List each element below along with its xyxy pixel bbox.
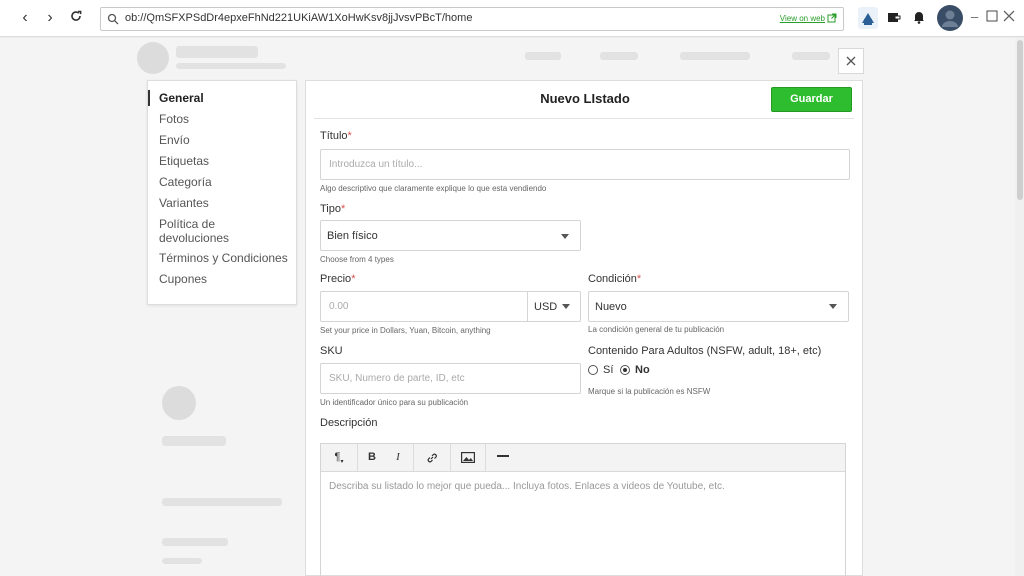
sku-input[interactable]: SKU, Numero de parte, ID, etc (320, 363, 581, 394)
close-icon (846, 56, 856, 66)
horizontal-rule-icon (497, 455, 509, 457)
browser-toolbar: ‹ › ob://QmSFXPSdDr4epxeFhNd221UKiAW1XoH… (0, 0, 1024, 37)
toolbar-separator (413, 444, 414, 471)
new-listing-panel: Nuevo LIstado Guardar Título* Introduzca… (305, 80, 863, 576)
minimize-icon[interactable]: – (971, 9, 978, 24)
background-tab (792, 52, 830, 60)
sidebar-item-shipping[interactable]: Envío (159, 133, 190, 147)
title-input[interactable]: Introduzca un título... (320, 149, 850, 180)
title-placeholder: Introduzca un título... (329, 159, 423, 170)
sku-label: SKU (320, 345, 343, 357)
adult-yes-radio[interactable] (588, 365, 598, 375)
background-avatar (137, 42, 169, 74)
title-label: Título* (320, 130, 352, 142)
condition-select[interactable]: Nuevo (588, 291, 849, 322)
external-link-icon (827, 13, 837, 23)
background-title (176, 46, 258, 58)
address-bar[interactable]: ob://QmSFXPSdDr4epxeFhNd221UKiAW1XoHwKsv… (100, 7, 844, 31)
close-modal-button[interactable] (838, 48, 864, 74)
description-editor[interactable]: ¶▾ B I Describa su listado lo mejor que … (320, 443, 846, 576)
price-input[interactable]: 0.00 USD (320, 291, 581, 322)
image-icon (461, 452, 476, 464)
background-text (162, 538, 228, 546)
sidebar-item-return-policy[interactable]: Política de devoluciones (159, 217, 279, 245)
paragraph-format-button[interactable]: ¶▾ (321, 444, 357, 471)
maximize-icon[interactable] (986, 10, 998, 25)
chevron-down-icon (829, 304, 837, 309)
horizontal-rule-button[interactable] (487, 444, 519, 471)
avatar[interactable] (937, 5, 963, 36)
header-divider (314, 118, 854, 119)
view-on-web-link[interactable]: View on web (780, 14, 825, 23)
notifications-icon[interactable] (912, 10, 926, 29)
background-tab (680, 52, 750, 60)
scrollbar-thumb[interactable] (1017, 40, 1023, 200)
editor-toolbar: ¶▾ B I (321, 444, 845, 472)
price-help: Set your price in Dollars, Yuan, Bitcoin… (320, 326, 491, 335)
toolbar-separator (450, 444, 451, 471)
adult-no-label: No (635, 364, 650, 376)
back-icon[interactable]: ‹ (16, 9, 34, 27)
url-text: ob://QmSFXPSdDr4epxeFhNd221UKiAW1XoHwKsv… (125, 12, 473, 24)
image-button[interactable] (452, 444, 484, 471)
adult-yes-label: Sí (603, 364, 614, 376)
link-icon (427, 453, 437, 463)
background-tab (525, 52, 561, 60)
reload-icon[interactable] (67, 9, 85, 27)
listing-sidebar: General Fotos Envío Etiquetas Categoría … (147, 80, 297, 305)
bold-button[interactable]: B (359, 444, 385, 471)
toolbar-separator (357, 444, 358, 471)
type-value: Bien físico (327, 230, 378, 242)
price-label: Precio* (320, 273, 356, 285)
wallet-icon[interactable] (887, 10, 901, 29)
forward-icon[interactable]: › (41, 9, 59, 27)
type-label: Tipo* (320, 203, 346, 215)
toolbar-separator (485, 444, 486, 471)
background-text (162, 436, 226, 446)
sidebar-item-photos[interactable]: Fotos (159, 112, 189, 126)
price-placeholder: 0.00 (329, 301, 349, 312)
sidebar-item-coupons[interactable]: Cupones (159, 272, 207, 286)
sidebar-item-variants[interactable]: Variantes (159, 196, 209, 210)
adult-content-label: Contenido Para Adultos (NSFW, adult, 18+… (588, 345, 822, 357)
active-indicator (148, 90, 150, 106)
background-subtitle (176, 63, 286, 69)
sidebar-item-general[interactable]: General (159, 91, 204, 105)
sku-placeholder: SKU, Numero de parte, ID, etc (329, 373, 465, 384)
background-text (162, 498, 282, 506)
description-placeholder: Describa su listado lo mejor que pueda..… (329, 481, 725, 492)
adult-help: Marque si la publicación es NSFW (588, 387, 711, 396)
type-help: Choose from 4 types (320, 255, 394, 264)
close-window-icon[interactable] (1003, 10, 1015, 25)
currency-select[interactable]: USD (534, 301, 557, 313)
sku-help: Un identificador único para su publicaci… (320, 398, 469, 407)
description-label: Descripción (320, 417, 378, 429)
title-help: Algo descriptivo que claramente explique… (320, 184, 547, 193)
search-icon (107, 13, 119, 25)
type-select[interactable]: Bien físico (320, 220, 581, 251)
condition-label: Condición* (588, 273, 642, 285)
italic-button[interactable]: I (385, 444, 411, 471)
save-button[interactable]: Guardar (771, 87, 852, 112)
store-icon[interactable] (858, 7, 878, 34)
adult-no-radio[interactable] (620, 365, 630, 375)
condition-value: Nuevo (595, 301, 627, 313)
price-currency-separator (527, 292, 528, 321)
chevron-down-icon (562, 304, 570, 309)
background-text (162, 558, 202, 564)
sidebar-item-terms[interactable]: Términos y Condiciones (159, 251, 288, 265)
sidebar-item-category[interactable]: Categoría (159, 175, 212, 189)
condition-help: La condición general de tu publicación (588, 325, 725, 334)
background-tab (600, 52, 638, 60)
chevron-down-icon (561, 234, 569, 239)
link-button[interactable] (415, 444, 449, 471)
background-avatar (162, 386, 196, 420)
sidebar-item-tags[interactable]: Etiquetas (159, 154, 209, 168)
